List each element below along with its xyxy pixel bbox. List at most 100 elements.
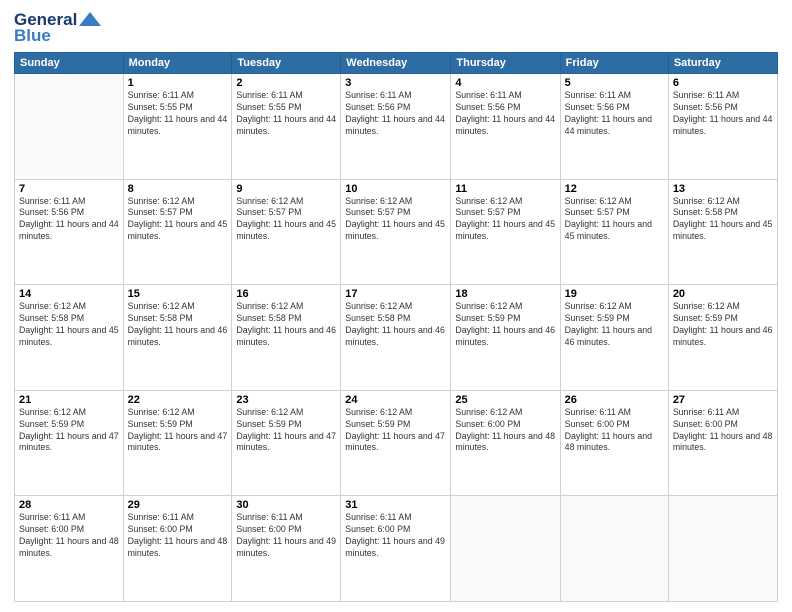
daylight-text: Daylight: 11 hours and 45 minutes. (673, 219, 773, 243)
day-info: Sunrise: 6:12 AMSunset: 5:59 PMDaylight:… (565, 301, 664, 349)
day-number: 4 (455, 77, 555, 89)
daylight-text: Daylight: 11 hours and 49 minutes. (345, 536, 446, 560)
calendar-table: SundayMondayTuesdayWednesdayThursdayFrid… (14, 52, 778, 602)
sunset-text: Sunset: 5:57 PM (565, 207, 664, 219)
sunset-text: Sunset: 5:59 PM (128, 419, 228, 431)
sunset-text: Sunset: 5:57 PM (345, 207, 446, 219)
day-number: 16 (236, 288, 336, 300)
daylight-text: Daylight: 11 hours and 48 minutes. (455, 431, 555, 455)
day-number: 20 (673, 288, 773, 300)
day-info: Sunrise: 6:11 AMSunset: 5:56 PMDaylight:… (19, 196, 119, 244)
day-cell: 7Sunrise: 6:11 AMSunset: 5:56 PMDaylight… (15, 179, 124, 285)
sunrise-text: Sunrise: 6:12 AM (19, 301, 119, 313)
sunset-text: Sunset: 5:55 PM (128, 102, 228, 114)
day-cell (451, 496, 560, 602)
day-cell: 18Sunrise: 6:12 AMSunset: 5:59 PMDayligh… (451, 285, 560, 391)
sunset-text: Sunset: 5:55 PM (236, 102, 336, 114)
sunset-text: Sunset: 5:59 PM (345, 419, 446, 431)
day-cell: 28Sunrise: 6:11 AMSunset: 6:00 PMDayligh… (15, 496, 124, 602)
day-cell (560, 496, 668, 602)
day-cell: 17Sunrise: 6:12 AMSunset: 5:58 PMDayligh… (341, 285, 451, 391)
day-number: 10 (345, 183, 446, 195)
sunset-text: Sunset: 5:58 PM (19, 313, 119, 325)
day-number: 2 (236, 77, 336, 89)
daylight-text: Daylight: 11 hours and 47 minutes. (19, 431, 119, 455)
sunset-text: Sunset: 5:58 PM (345, 313, 446, 325)
sunrise-text: Sunrise: 6:11 AM (19, 196, 119, 208)
day-info: Sunrise: 6:11 AMSunset: 6:00 PMDaylight:… (128, 512, 228, 560)
sunset-text: Sunset: 5:58 PM (128, 313, 228, 325)
day-cell: 30Sunrise: 6:11 AMSunset: 6:00 PMDayligh… (232, 496, 341, 602)
daylight-text: Daylight: 11 hours and 48 minutes. (565, 431, 664, 455)
logo: General Blue (14, 10, 101, 46)
daylight-text: Daylight: 11 hours and 46 minutes. (236, 325, 336, 349)
day-info: Sunrise: 6:12 AMSunset: 5:58 PMDaylight:… (128, 301, 228, 349)
logo-text-block: General Blue (14, 10, 101, 46)
sunrise-text: Sunrise: 6:12 AM (345, 407, 446, 419)
sunrise-text: Sunrise: 6:12 AM (455, 407, 555, 419)
daylight-text: Daylight: 11 hours and 47 minutes. (345, 431, 446, 455)
week-row-1: 1 Sunrise: 6:11 AM Sunset: 5:55 PM Daylight… (15, 74, 778, 180)
day-info: Sunrise: 6:12 AMSunset: 5:59 PMDaylight:… (455, 301, 555, 349)
sunset-text: Sunset: 5:59 PM (455, 313, 555, 325)
day-cell: 5Sunrise: 6:11 AMSunset: 5:56 PMDaylight… (560, 74, 668, 180)
day-info: Sunrise: 6:11 AMSunset: 5:56 PMDaylight:… (565, 90, 664, 138)
day-cell: 9Sunrise: 6:12 AMSunset: 5:57 PMDaylight… (232, 179, 341, 285)
day-cell: 11Sunrise: 6:12 AMSunset: 5:57 PMDayligh… (451, 179, 560, 285)
sunrise-text: Sunrise: 6:12 AM (19, 407, 119, 419)
day-cell: 8Sunrise: 6:12 AMSunset: 5:57 PMDaylight… (123, 179, 232, 285)
daylight-text: Daylight: 11 hours and 44 minutes. (455, 114, 555, 138)
sunrise-text: Sunrise: 6:12 AM (565, 301, 664, 313)
sunrise-text: Sunrise: 6:12 AM (345, 301, 446, 313)
day-number: 1 (128, 77, 228, 89)
day-number: 15 (128, 288, 228, 300)
day-cell: 24Sunrise: 6:12 AMSunset: 5:59 PMDayligh… (341, 390, 451, 496)
day-info: Sunrise: 6:12 AMSunset: 5:58 PMDaylight:… (673, 196, 773, 244)
sunrise-text: Sunrise: 6:11 AM (345, 90, 446, 102)
day-info: Sunrise: 6:11 AMSunset: 6:00 PMDaylight:… (236, 512, 336, 560)
sunrise-text: Sunrise: 6:11 AM (565, 90, 664, 102)
day-number: 6 (673, 77, 773, 89)
sunrise-text: Sunrise: 6:12 AM (236, 301, 336, 313)
sunset-text: Sunset: 6:00 PM (128, 524, 228, 536)
sunset-text: Sunset: 5:57 PM (236, 207, 336, 219)
day-number: 8 (128, 183, 228, 195)
sunset-text: Sunset: 6:00 PM (673, 419, 773, 431)
sunrise-text: Sunrise: 6:11 AM (236, 512, 336, 524)
sunset-text: Sunset: 6:00 PM (19, 524, 119, 536)
sunset-text: Sunset: 5:56 PM (455, 102, 555, 114)
sunrise-text: Sunrise: 6:12 AM (673, 301, 773, 313)
daylight-text: Daylight: 11 hours and 45 minutes. (236, 219, 336, 243)
day-number: 18 (455, 288, 555, 300)
daylight-text: Daylight: 11 hours and 45 minutes. (19, 325, 119, 349)
day-number: 11 (455, 183, 555, 195)
day-cell: 27Sunrise: 6:11 AMSunset: 6:00 PMDayligh… (668, 390, 777, 496)
sunrise-text: Sunrise: 6:12 AM (565, 196, 664, 208)
sunrise-text: Sunrise: 6:12 AM (673, 196, 773, 208)
day-info: Sunrise: 6:12 AMSunset: 5:59 PMDaylight:… (345, 407, 446, 455)
sunset-text: Sunset: 5:59 PM (19, 419, 119, 431)
day-info: Sunrise: 6:12 AMSunset: 5:57 PMDaylight:… (236, 196, 336, 244)
sunrise-text: Sunrise: 6:12 AM (128, 301, 228, 313)
day-cell: 31Sunrise: 6:11 AMSunset: 6:00 PMDayligh… (341, 496, 451, 602)
day-cell: 21Sunrise: 6:12 AMSunset: 5:59 PMDayligh… (15, 390, 124, 496)
day-info: Sunrise: 6:12 AMSunset: 5:57 PMDaylight:… (345, 196, 446, 244)
daylight-text: Daylight: 11 hours and 48 minutes. (19, 536, 119, 560)
day-cell: 20Sunrise: 6:12 AMSunset: 5:59 PMDayligh… (668, 285, 777, 391)
day-cell: 15Sunrise: 6:12 AMSunset: 5:58 PMDayligh… (123, 285, 232, 391)
sunrise-text: Sunrise: 6:12 AM (455, 301, 555, 313)
daylight-text: Daylight: 11 hours and 48 minutes. (673, 431, 773, 455)
sunset-text: Sunset: 5:56 PM (673, 102, 773, 114)
day-cell: 3Sunrise: 6:11 AMSunset: 5:56 PMDaylight… (341, 74, 451, 180)
day-number: 28 (19, 499, 119, 511)
day-info: Sunrise: 6:12 AMSunset: 5:59 PMDaylight:… (19, 407, 119, 455)
sunrise-text: Sunrise: 6:12 AM (128, 407, 228, 419)
day-info: Sunrise: 6:12 AMSunset: 5:59 PMDaylight:… (236, 407, 336, 455)
day-number: 14 (19, 288, 119, 300)
sunset-text: Sunset: 5:56 PM (345, 102, 446, 114)
day-info: Sunrise: 6:12 AMSunset: 5:57 PMDaylight:… (455, 196, 555, 244)
day-info: Sunrise: 6:12 AMSunset: 5:57 PMDaylight:… (565, 196, 664, 244)
day-number: 27 (673, 394, 773, 406)
day-info: Sunrise: 6:12 AMSunset: 5:58 PMDaylight:… (19, 301, 119, 349)
day-number: 9 (236, 183, 336, 195)
